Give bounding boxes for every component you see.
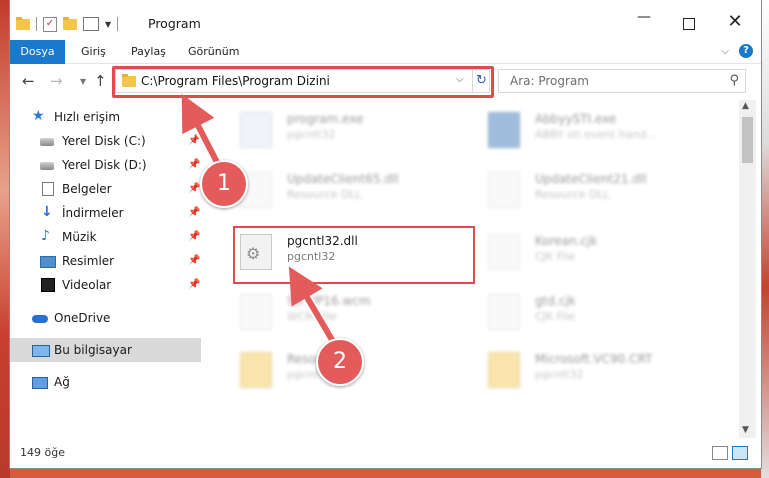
annotation-arrows [181, 94, 343, 355]
step-1-badge: 1 [200, 160, 248, 208]
step-2-badge: 2 [316, 338, 364, 386]
